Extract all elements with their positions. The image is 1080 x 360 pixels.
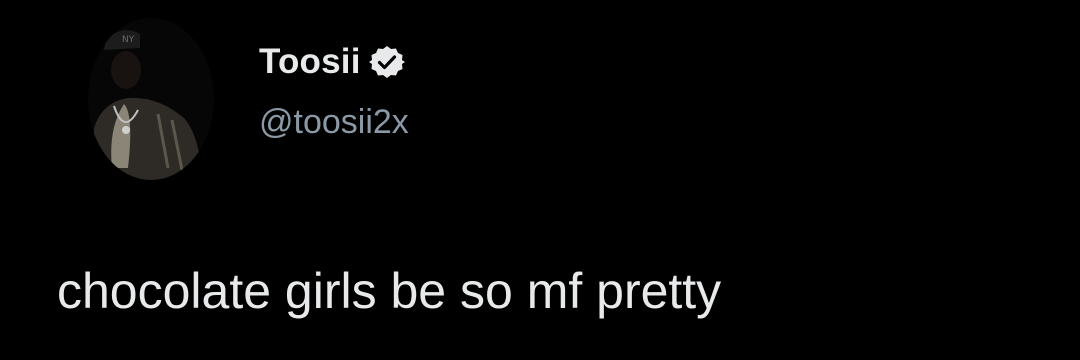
tweet-text: chocolate girls be so mf pretty [57,263,722,319]
verified-badge-icon [368,44,405,80]
profile-photo: NY [88,18,214,180]
author-name-row[interactable]: Toosii [259,38,405,86]
author-display-name[interactable]: Toosii [259,42,361,82]
avatar[interactable]: NY [88,18,214,180]
author-handle[interactable]: @toosii2x [259,103,409,142]
svg-text:NY: NY [122,35,135,45]
tweet-card: NY Toosii @toosii2x chocolate girls be s… [0,0,1080,360]
